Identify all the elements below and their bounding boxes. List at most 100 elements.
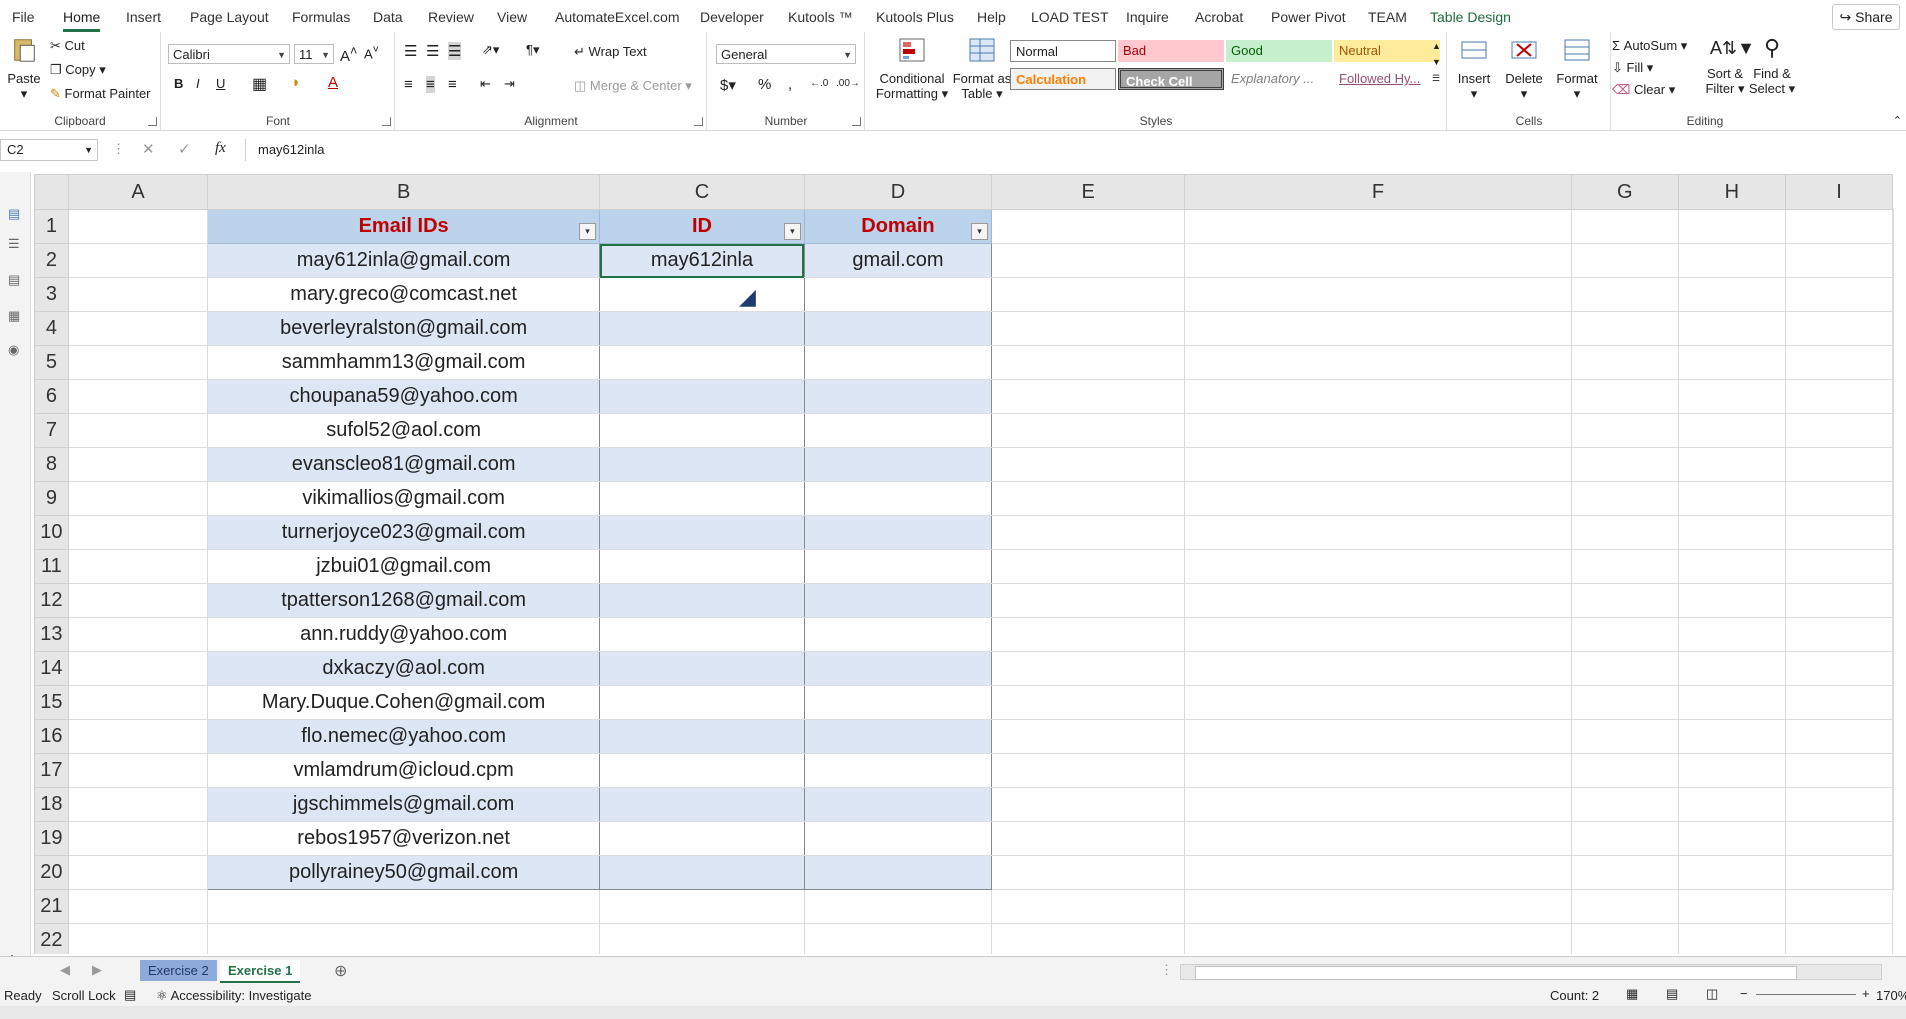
cell[interactable] [803, 923, 992, 954]
find-select-button[interactable]: ⚲ Find & Select ▾ [1748, 34, 1796, 96]
cell[interactable] [1677, 787, 1786, 822]
cell-domain[interactable] [803, 481, 992, 516]
cell[interactable] [990, 651, 1186, 686]
cell[interactable] [1892, 719, 1894, 754]
filter-dropdown-icon[interactable]: ▾ [579, 223, 597, 240]
binoculars-icon[interactable]: ◉ [8, 342, 19, 358]
table-header-cell[interactable]: Email IDs ▾ [207, 209, 601, 244]
cell[interactable] [1677, 821, 1786, 856]
cell-id[interactable]: may612inla [599, 243, 805, 278]
cell[interactable] [67, 719, 209, 754]
cell[interactable] [1184, 855, 1572, 890]
cell-domain[interactable] [803, 617, 992, 652]
row-header[interactable]: 2 [34, 243, 69, 278]
cell[interactable] [1570, 447, 1679, 482]
cell[interactable] [990, 821, 1186, 856]
number-launcher[interactable] [852, 117, 861, 126]
cell[interactable] [990, 277, 1186, 312]
cell[interactable] [1184, 277, 1572, 312]
cell[interactable] [1570, 753, 1679, 788]
macro-icon[interactable]: ▤ [124, 987, 136, 1003]
cell[interactable] [67, 277, 209, 312]
cell[interactable] [1892, 685, 1894, 720]
cell[interactable] [1784, 821, 1894, 856]
column-header-g[interactable]: G [1570, 174, 1679, 210]
increase-indent-icon[interactable]: ⇥ [504, 76, 515, 92]
cell[interactable] [1892, 583, 1894, 618]
row-header[interactable]: 4 [34, 311, 69, 346]
cell[interactable] [1570, 889, 1679, 924]
cell[interactable] [1570, 583, 1679, 618]
style-calculation[interactable]: Calculation [1010, 68, 1116, 90]
cell[interactable] [1784, 515, 1894, 550]
cell[interactable] [1892, 345, 1894, 380]
cell[interactable] [1570, 379, 1679, 414]
cell-domain[interactable] [803, 379, 992, 414]
cell-id[interactable] [599, 379, 805, 414]
style-bad[interactable]: Bad [1118, 40, 1224, 62]
cell[interactable] [1570, 345, 1679, 380]
align-center-icon[interactable]: ≡ [426, 76, 435, 93]
name-box[interactable]: C2 ▼ [0, 139, 98, 161]
cell[interactable] [1892, 311, 1894, 346]
cell[interactable] [990, 515, 1186, 550]
cell[interactable] [67, 379, 209, 414]
insert-function-icon[interactable]: fx [215, 140, 226, 157]
cell-id[interactable] [599, 345, 805, 380]
cell[interactable] [207, 923, 601, 954]
cell[interactable] [1570, 481, 1679, 516]
cell[interactable] [1784, 311, 1894, 346]
cell[interactable] [1184, 209, 1572, 244]
ribbon-tab-view[interactable]: View [497, 6, 527, 28]
decrease-decimal-icon[interactable]: .00→ [836, 78, 860, 89]
cell[interactable] [1184, 617, 1572, 652]
orientation-icon[interactable]: ⇗▾ [482, 42, 499, 58]
comma-icon[interactable]: , [788, 76, 792, 93]
ribbon-tab-formulas[interactable]: Formulas [292, 6, 350, 28]
ribbon-tab-insert[interactable]: Insert [126, 6, 161, 28]
underline-button[interactable]: U [216, 76, 225, 91]
cell[interactable] [990, 243, 1186, 278]
cell[interactable] [207, 889, 601, 924]
cell[interactable] [1784, 447, 1894, 482]
cell[interactable] [1570, 277, 1679, 312]
row-header[interactable]: 3 [34, 277, 69, 312]
cell[interactable] [990, 923, 1186, 954]
cell[interactable] [990, 481, 1186, 516]
cell[interactable] [1784, 209, 1894, 244]
cell[interactable] [1184, 787, 1572, 822]
cell[interactable] [67, 413, 209, 448]
cell[interactable] [1677, 447, 1786, 482]
font-size-select[interactable]: 11 ▼ [294, 44, 334, 64]
cell-email[interactable]: choupana59@yahoo.com [207, 379, 601, 414]
ribbon-tab-team[interactable]: TEAM [1368, 6, 1407, 28]
cell[interactable] [1184, 481, 1572, 516]
cell[interactable] [67, 515, 209, 550]
cell-id[interactable] [599, 447, 805, 482]
cell[interactable] [1677, 379, 1786, 414]
format-painter-button[interactable]: ✎ Format Painter [50, 86, 151, 102]
autosum-button[interactable]: Σ AutoSum ▾ [1612, 38, 1687, 54]
cell[interactable] [1784, 719, 1894, 754]
cell[interactable] [67, 617, 209, 652]
style-check-cell[interactable]: Check Cell [1118, 68, 1224, 90]
increase-decimal-icon[interactable]: ←.0 [810, 78, 828, 89]
cell[interactable] [1184, 583, 1572, 618]
cell-email[interactable]: jgschimmels@gmail.com [207, 787, 601, 822]
cell-domain[interactable] [803, 787, 992, 822]
cell[interactable] [1570, 855, 1679, 890]
cell[interactable] [1892, 821, 1894, 856]
ribbon-tab-file[interactable]: File [12, 6, 35, 28]
row-header[interactable]: 6 [34, 379, 69, 414]
accessibility-status[interactable]: ⚛ Accessibility: Investigate [156, 988, 311, 1004]
cell[interactable] [1677, 855, 1786, 890]
cell[interactable] [1677, 515, 1786, 550]
cell[interactable] [1184, 447, 1572, 482]
cell[interactable] [67, 481, 209, 516]
cell[interactable] [599, 923, 805, 954]
italic-button[interactable]: I [196, 76, 200, 91]
cell-email[interactable]: evanscleo81@gmail.com [207, 447, 601, 482]
row-header[interactable]: 16 [34, 719, 69, 754]
cell-id[interactable] [599, 481, 805, 516]
row-header[interactable]: 10 [34, 515, 69, 550]
